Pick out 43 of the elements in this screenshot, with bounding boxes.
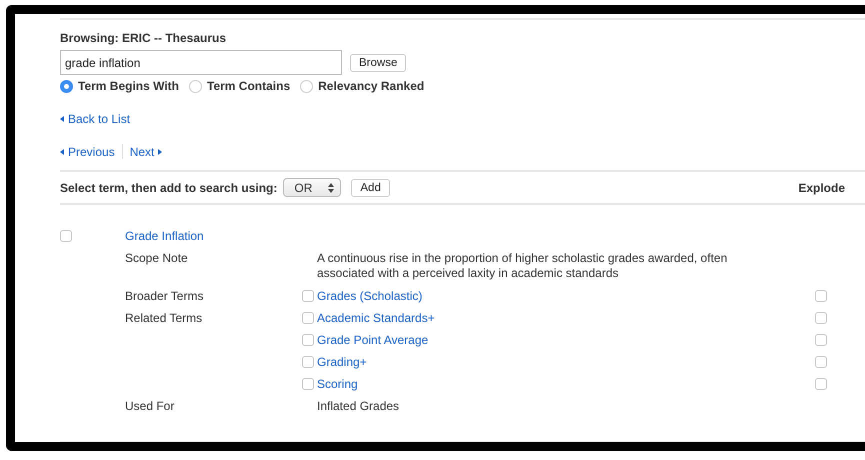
field-label: Scope Note <box>125 251 189 265</box>
page-heading: Browsing: ERIC -- Thesaurus <box>60 31 228 45</box>
checkbox[interactable] <box>302 378 314 390</box>
checkbox[interactable] <box>302 356 314 368</box>
search-field[interactable]: grade inflation <box>60 50 342 75</box>
checkbox[interactable] <box>302 312 314 324</box>
term-link[interactable]: Grading+ <box>317 355 367 369</box>
field-label: Used For <box>125 399 176 413</box>
field-label: Broader Terms <box>125 289 204 303</box>
radio-button[interactable] <box>60 80 73 92</box>
caret-left-icon <box>60 116 64 122</box>
term-link[interactable]: Academic Standards+ <box>317 311 435 325</box>
explode-checkbox[interactable] <box>815 290 827 302</box>
field-value: A continuous rise in the proportion of higher scholastic grades awarded, often associated with a perceived laxity in academic standards <box>317 251 728 281</box>
explode-checkbox[interactable] <box>815 334 827 346</box>
checkbox[interactable] <box>60 230 72 242</box>
back-link[interactable]: Back to List <box>60 112 130 126</box>
next-link[interactable]: Next <box>130 144 162 158</box>
term-link[interactable]: Grade Inflation <box>125 229 815 243</box>
explode-checkbox[interactable] <box>815 378 827 390</box>
term-link[interactable]: Grade Point Average <box>317 333 428 347</box>
explode-checkbox[interactable] <box>815 312 827 324</box>
field-label: Related Terms <box>125 311 204 325</box>
up-down-arrows-icon <box>328 182 334 192</box>
radio-label[interactable]: Term Contains <box>207 79 290 93</box>
caret-left-icon <box>60 148 64 154</box>
column-header: Explode <box>798 180 845 194</box>
browse-button[interactable]: Browse <box>350 54 406 72</box>
checkbox[interactable] <box>302 290 314 302</box>
previous-link[interactable]: Previous <box>60 144 115 158</box>
radio-label[interactable]: Term Begins With <box>78 79 180 93</box>
radio-label[interactable]: Relevancy Ranked <box>318 79 424 93</box>
explode-checkbox[interactable] <box>815 356 827 368</box>
radio-button[interactable] <box>189 80 202 92</box>
add-button[interactable]: Add <box>351 178 390 196</box>
term-link[interactable]: Grades (Scholastic) <box>317 289 422 303</box>
checkbox[interactable] <box>302 334 314 346</box>
field-value: Inflated Grades <box>317 399 400 414</box>
add-bar-label: Select term, then add to search using: <box>60 180 278 194</box>
radio-button[interactable] <box>300 80 314 92</box>
operator-select[interactable]: OR <box>283 178 342 197</box>
caret-right-icon <box>158 148 162 154</box>
term-link[interactable]: Scoring <box>317 377 358 391</box>
